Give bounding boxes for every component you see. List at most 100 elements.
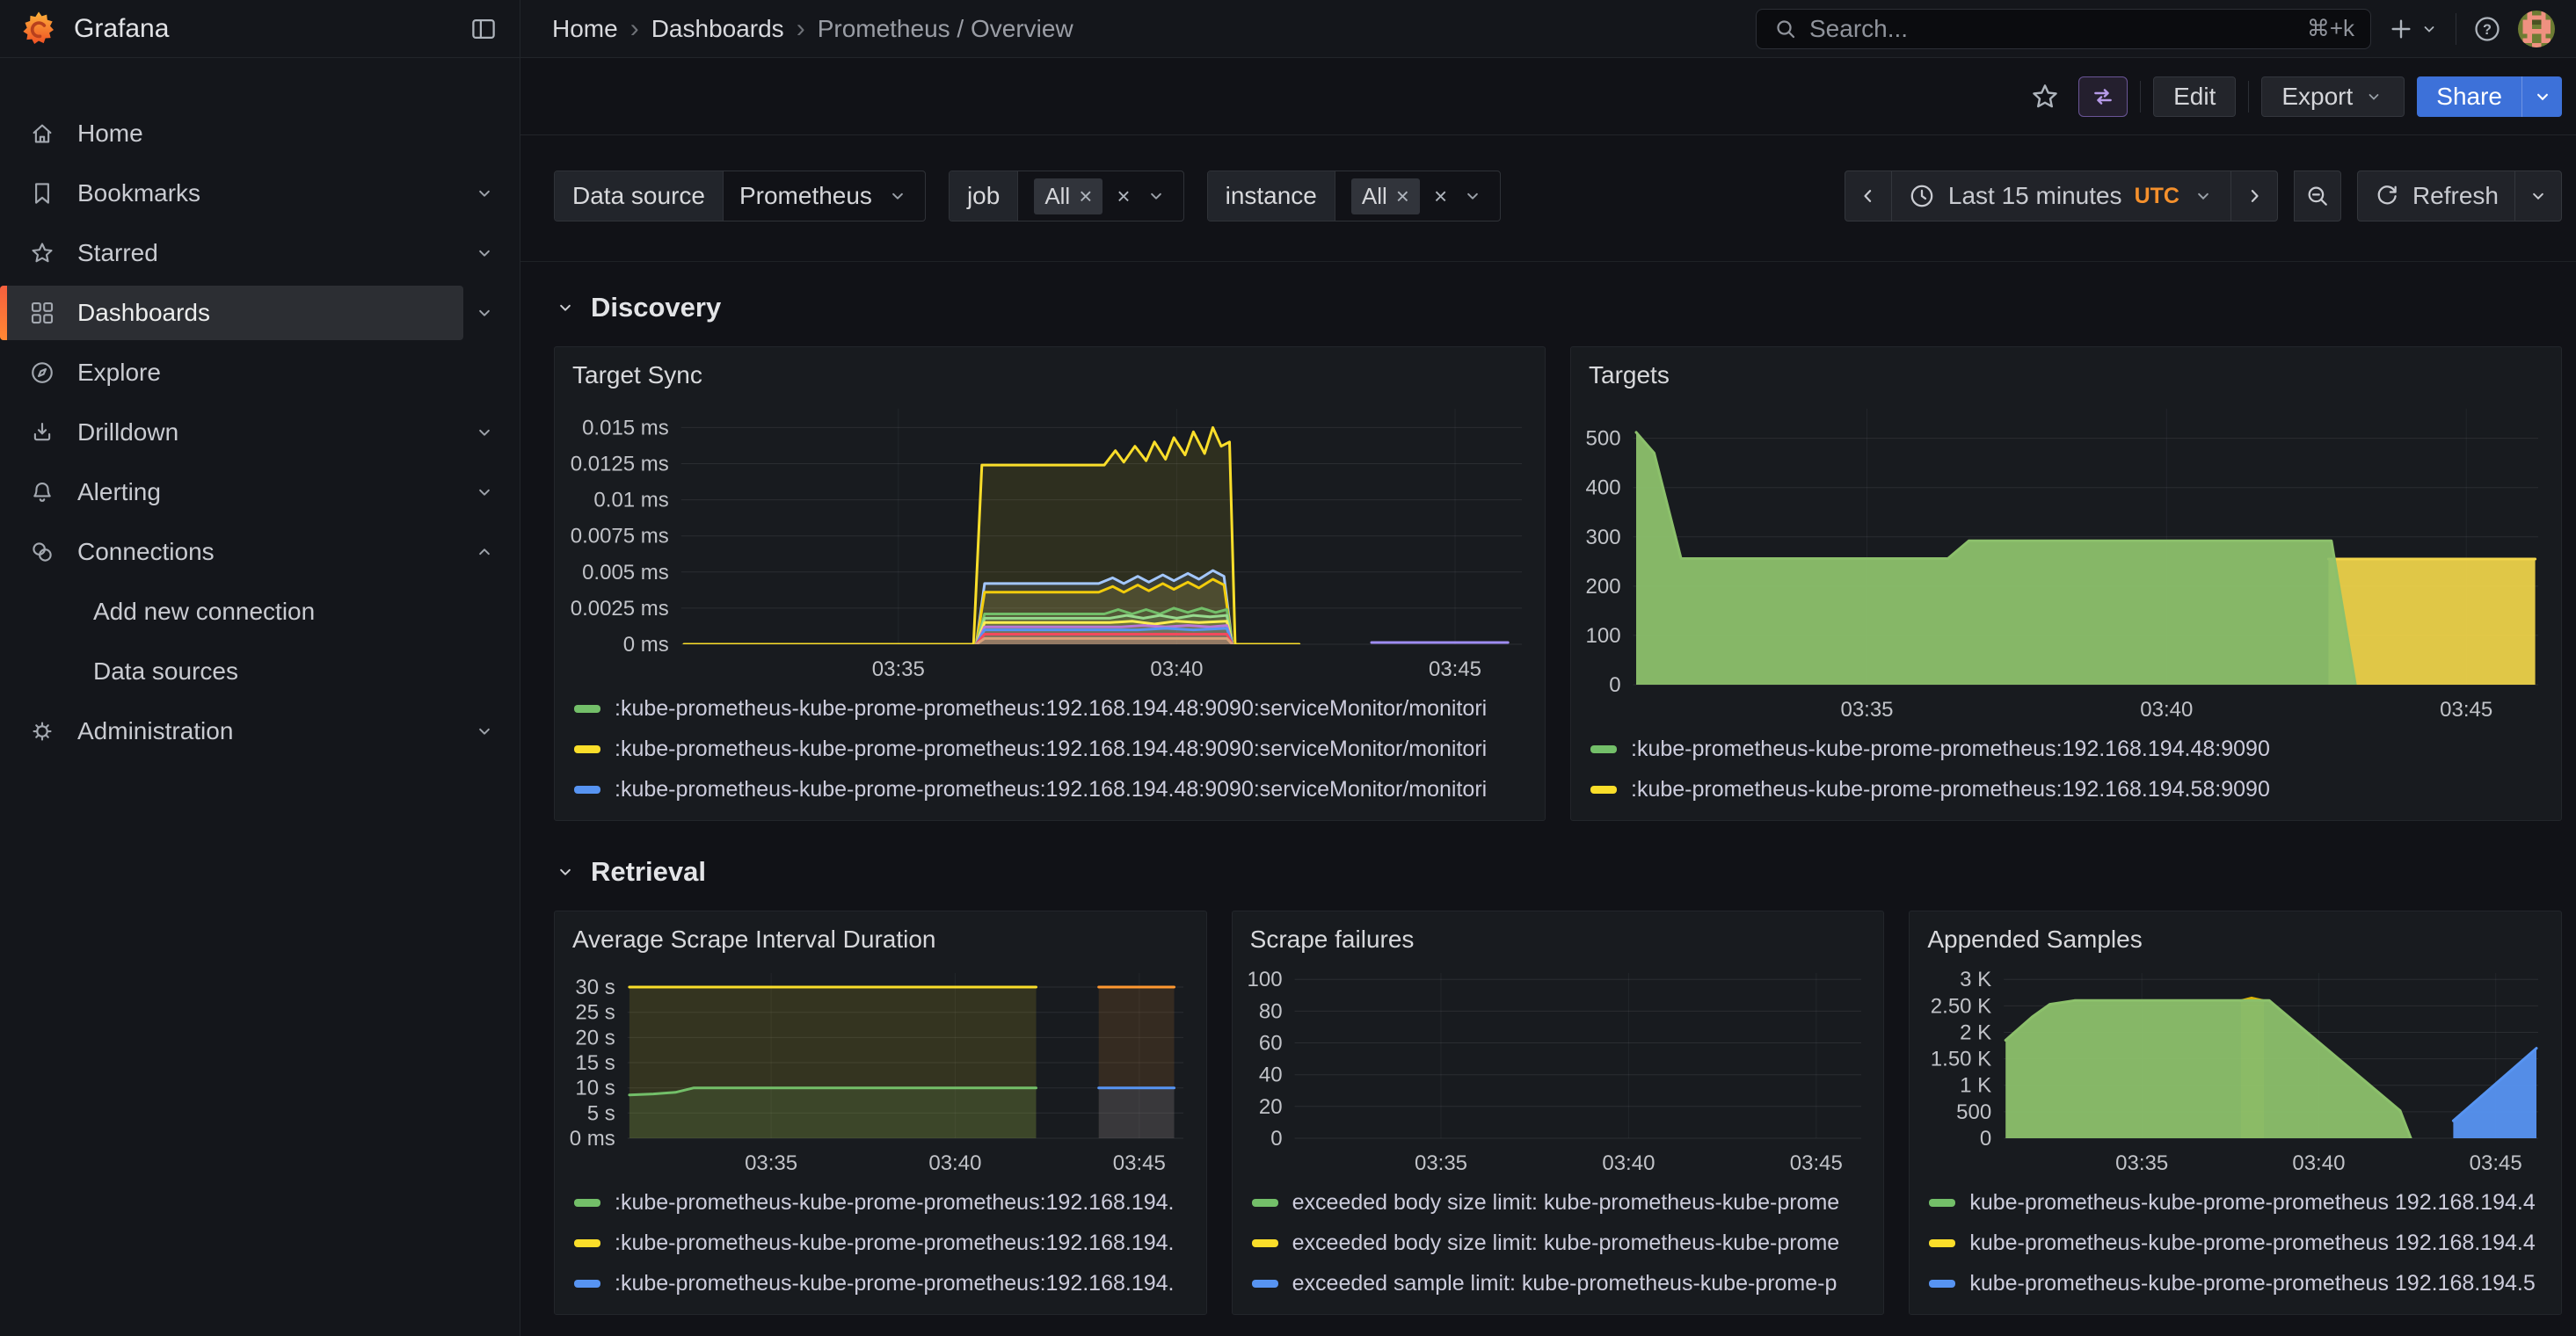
sidebar-item-bookmarks[interactable]: Bookmarks xyxy=(0,163,520,223)
sidebar-link-administration[interactable]: Administration xyxy=(0,704,463,759)
sidebar-item-drilldown[interactable]: Drilldown xyxy=(0,403,520,462)
sidebar-item-alerting[interactable]: Alerting xyxy=(0,462,520,522)
sidebar-item-connections[interactable]: Connections xyxy=(0,522,520,582)
sidebar-link-drilldown[interactable]: Drilldown xyxy=(0,405,463,460)
sidebar-item-administration[interactable]: Administration xyxy=(0,701,520,761)
chevron-down-icon[interactable] xyxy=(463,720,506,743)
sidebar-item-dashboards[interactable]: Dashboards xyxy=(0,283,520,343)
refresh-interval-dropdown[interactable] xyxy=(2514,171,2562,221)
legend-color-dash xyxy=(1252,1239,1278,1247)
panel-title[interactable]: Appended Samples xyxy=(1910,911,2561,957)
chip-remove-icon[interactable]: × xyxy=(1396,183,1409,210)
svg-text:?: ? xyxy=(2483,21,2492,37)
panel-title[interactable]: Targets xyxy=(1571,347,2561,393)
legend-item[interactable]: :kube-prometheus-kube-prome-prometheus:1… xyxy=(1590,769,2554,810)
legend-label: :kube-prometheus-kube-prome-prometheus:1… xyxy=(615,777,1487,802)
breadcrumb-item-home[interactable]: Home xyxy=(552,15,618,43)
legend-item[interactable]: kube-prometheus-kube-prome-prometheus 19… xyxy=(1929,1223,2554,1263)
legend-item[interactable]: :kube-prometheus-kube-prome-prometheus:1… xyxy=(574,688,1538,729)
panel-title[interactable]: Scrape failures xyxy=(1233,911,1884,957)
time-range-picker[interactable]: Last 15 minutes UTC xyxy=(1891,171,2231,221)
sidebar-item-label: Connections xyxy=(77,538,215,566)
grafana-logo[interactable] xyxy=(21,10,56,48)
edit-button[interactable]: Edit xyxy=(2153,76,2236,117)
svg-text:2 K: 2 K xyxy=(1960,1021,1991,1045)
legend-item[interactable]: exceeded body size limit: kube-prometheu… xyxy=(1252,1223,1877,1263)
refresh-button[interactable]: Refresh xyxy=(2357,171,2515,221)
add-button[interactable] xyxy=(2387,15,2440,43)
variable-value-dropdown[interactable]: All×× xyxy=(1017,171,1182,221)
variable-value-dropdown[interactable]: Prometheus xyxy=(723,171,925,221)
sidebar-item-explore[interactable]: Explore xyxy=(0,343,520,403)
breadcrumb-separator: › xyxy=(797,14,805,44)
topbar-right: ⌘+k ? xyxy=(1756,9,2555,49)
legend-item[interactable]: :kube-prometheus-kube-prome-prometheus:1… xyxy=(574,769,1538,810)
legend-label: kube-prometheus-kube-prome-prometheus 19… xyxy=(1969,1231,2535,1256)
user-avatar[interactable] xyxy=(2518,11,2555,47)
chevron-down-icon[interactable] xyxy=(463,301,506,324)
legend-item[interactable]: :kube-prometheus-kube-prome-prometheus:1… xyxy=(574,1223,1199,1263)
targets-chart[interactable]: 010020030040050003:3503:4003:45 xyxy=(1578,396,2549,725)
panel-title[interactable]: Average Scrape Interval Duration xyxy=(555,911,1206,957)
sidebar-link-add-new-connection[interactable]: Add new connection xyxy=(0,584,506,639)
legend-item[interactable]: :kube-prometheus-kube-prome-prometheus:1… xyxy=(1590,729,2554,769)
section-header-discovery[interactable]: Discovery xyxy=(554,292,2562,323)
clear-all-icon[interactable]: × xyxy=(1117,183,1130,210)
appended-samples-chart[interactable]: 05001 K1.50 K2 K2.50 K3 K03:3503:4003:45 xyxy=(1917,961,2549,1179)
sidebar-link-explore[interactable]: Explore xyxy=(0,345,506,400)
sidebar-link-data-sources[interactable]: Data sources xyxy=(0,644,506,699)
export-button[interactable]: Export xyxy=(2261,76,2405,117)
legend-item[interactable]: exceeded body size limit: kube-prometheu… xyxy=(1252,1182,1877,1223)
search-box[interactable]: ⌘+k xyxy=(1756,9,2371,49)
variable-chip[interactable]: All× xyxy=(1034,178,1102,214)
legend-item[interactable]: exceeded sample limit: kube-prometheus-k… xyxy=(1252,1263,1877,1303)
sidebar-link-alerting[interactable]: Alerting xyxy=(0,465,463,519)
help-button[interactable]: ? xyxy=(2472,14,2502,44)
chevron-down-icon[interactable] xyxy=(463,421,506,444)
panel-title[interactable]: Target Sync xyxy=(555,347,1545,393)
section-header-retrieval[interactable]: Retrieval xyxy=(554,856,2562,888)
compare-arrows-button[interactable] xyxy=(2078,76,2128,117)
target-sync-chart[interactable]: 0 ms0.0025 ms0.005 ms0.0075 ms0.01 ms0.0… xyxy=(562,396,1532,685)
legend-item[interactable]: kube-prometheus-kube-prome-prometheus 19… xyxy=(1929,1263,2554,1303)
sidebar-item-label: Add new connection xyxy=(93,598,315,626)
legend-item[interactable]: :kube-prometheus-kube-prome-prometheus:1… xyxy=(574,1263,1199,1303)
share-dropdown-button[interactable] xyxy=(2521,76,2562,117)
scrape-failures-chart[interactable]: 02040608010003:3503:4003:45 xyxy=(1240,961,1872,1179)
chevron-down-icon[interactable] xyxy=(463,481,506,504)
dashboard-canvas: Discovery Target Sync0 ms0.0025 ms0.005 m… xyxy=(520,262,2576,1336)
chip-remove-icon[interactable]: × xyxy=(1079,183,1092,210)
sidebar-item-data-sources[interactable]: Data sources xyxy=(0,642,520,701)
favorite-star-button[interactable] xyxy=(2024,76,2066,118)
legend-label: :kube-prometheus-kube-prome-prometheus:1… xyxy=(1631,737,2270,762)
sidebar-link-starred[interactable]: Starred xyxy=(0,226,463,280)
legend-item[interactable]: :kube-prometheus-kube-prome-prometheus:1… xyxy=(574,729,1538,769)
chevron-down-icon[interactable] xyxy=(463,182,506,205)
time-shift-forward-button[interactable] xyxy=(2230,171,2278,221)
share-button[interactable]: Share xyxy=(2417,76,2521,117)
sidebar-item-starred[interactable]: Starred xyxy=(0,223,520,283)
sidebar-link-bookmarks[interactable]: Bookmarks xyxy=(0,166,463,221)
variable-value-dropdown[interactable]: All×× xyxy=(1335,171,1500,221)
legend-item[interactable]: :kube-prometheus-kube-prome-prometheus:1… xyxy=(574,1182,1199,1223)
average-scrape-interval-duration-chart[interactable]: 0 ms5 s10 s15 s20 s25 s30 s03:3503:4003:… xyxy=(562,961,1194,1179)
chevron-down-icon[interactable] xyxy=(463,242,506,265)
sidebar-link-connections[interactable]: Connections xyxy=(0,525,463,579)
sidebar-link-dashboards[interactable]: Dashboards xyxy=(0,286,463,340)
search-input[interactable] xyxy=(1809,15,2296,43)
sidebar-link-home[interactable]: Home xyxy=(0,106,506,161)
chevron-up-icon[interactable] xyxy=(463,541,506,563)
clear-all-icon[interactable]: × xyxy=(1434,183,1447,210)
variable-chip[interactable]: All× xyxy=(1351,178,1420,214)
time-shift-back-button[interactable] xyxy=(1845,171,1892,221)
legend-item[interactable]: kube-prometheus-kube-prome-prometheus 19… xyxy=(1929,1182,2554,1223)
breadcrumb-item-dashboards[interactable]: Dashboards xyxy=(651,15,784,43)
bookmark-icon xyxy=(23,180,62,207)
dashboard-controls-row: Data sourcePrometheusjobAll××instanceAll… xyxy=(520,135,2576,262)
dock-menu-button[interactable] xyxy=(469,14,498,44)
chevron-down-icon xyxy=(2363,86,2384,107)
sidebar-item-add-new-connection[interactable]: Add new connection xyxy=(0,582,520,642)
zoom-out-button[interactable] xyxy=(2294,171,2341,221)
section-title: Discovery xyxy=(591,292,721,323)
sidebar-item-home[interactable]: Home xyxy=(0,104,520,163)
